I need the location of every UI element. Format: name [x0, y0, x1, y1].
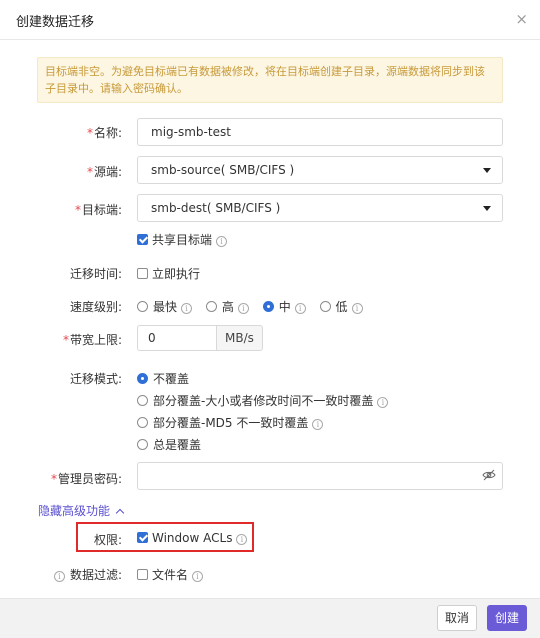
info-icon[interactable]: i [351, 303, 363, 314]
migrate-time-row: 立即执行 [137, 265, 200, 282]
radio[interactable] [137, 439, 148, 450]
data-filter-label: i 数据过滤: [53, 566, 122, 583]
radio[interactable] [137, 395, 148, 406]
mode-option-partial-md5[interactable]: 部分覆盖-MD5 不一致时覆盖 i [137, 414, 324, 431]
speed-option-high[interactable]: 高i [205, 298, 249, 315]
caret-down-icon [483, 168, 491, 173]
mode-option-partial-size-time[interactable]: 部分覆盖-大小或者修改时间不一致时覆盖 i [137, 392, 389, 409]
source-label: *源端: [86, 165, 122, 179]
radio[interactable] [137, 417, 148, 428]
speed-option-fastest[interactable]: 最快 i [137, 298, 193, 315]
bandwidth-label: *带宽上限: [62, 333, 122, 347]
filename-label: 文件名 [152, 568, 189, 582]
radio[interactable] [319, 301, 331, 312]
mode-label-wrap: 迁移模式: [0, 368, 122, 388]
data-filter-row: 文件名 i [137, 566, 204, 583]
hide-advanced-toggle[interactable]: 隐藏高级功能 [38, 502, 125, 519]
info-icon[interactable]: i [377, 397, 389, 408]
dest-select-value: smb-dest( SMB/CIFS ) [151, 201, 281, 215]
speed-option-low[interactable]: 低i [319, 298, 363, 315]
info-icon[interactable]: i [192, 571, 204, 582]
cancel-button[interactable]: 取消 [437, 605, 477, 631]
immediate-label: 立即执行 [152, 267, 201, 281]
radio-selected[interactable] [262, 301, 274, 312]
share-dest-checkbox[interactable] [137, 234, 148, 245]
radio[interactable] [137, 301, 148, 312]
info-icon[interactable]: i [53, 571, 65, 582]
hide-advanced-label: 隐藏高级功能 [38, 504, 111, 518]
bandwidth-unit: MB/s [216, 325, 263, 351]
password-label: *管理员密码: [50, 472, 122, 486]
admin-password-input[interactable] [137, 462, 503, 490]
name-input[interactable]: mig-smb-test [137, 118, 503, 146]
speed-option-medium[interactable]: 中i [262, 298, 306, 315]
radio-selected[interactable] [137, 373, 148, 384]
speed-label-wrap: 速度级别: [0, 296, 122, 316]
chevron-up-icon [115, 508, 125, 518]
mode-option-always[interactable]: 总是覆盖 [137, 436, 201, 453]
password-label-wrap: *管理员密码: [0, 468, 122, 488]
bandwidth-label-wrap: *带宽上限: [0, 329, 122, 349]
migrate-time-label-wrap: 迁移时间: [0, 263, 122, 283]
share-dest-label: 共享目标端 [152, 233, 213, 247]
warning-alert: 目标端非空。为避免目标端已有数据被修改，将在目标端创建子目录，源端数据将同步到该… [37, 57, 503, 103]
info-icon[interactable]: i [216, 236, 228, 247]
info-icon[interactable]: i [181, 303, 193, 314]
mode-option-no-overwrite[interactable]: 不覆盖 [137, 370, 189, 387]
info-icon[interactable]: i [312, 419, 324, 430]
data-filter-label-wrap: i 数据过滤: [0, 564, 122, 584]
bandwidth-input[interactable]: 0 [137, 325, 217, 351]
name-label: *名称: [86, 126, 122, 140]
info-icon[interactable]: i [237, 303, 249, 314]
immediate-checkbox[interactable] [137, 268, 148, 279]
dialog-footer: 取消 创建 [0, 598, 540, 638]
source-select-value: smb-source( SMB/CIFS ) [151, 163, 295, 177]
eye-off-icon[interactable] [482, 468, 496, 482]
dest-select[interactable]: smb-dest( SMB/CIFS ) [137, 194, 503, 222]
highlight-box [76, 522, 254, 552]
caret-down-icon [483, 206, 491, 211]
share-dest-row: 共享目标端 i [137, 231, 228, 248]
speed-label: 速度级别: [69, 300, 122, 314]
dialog-header: 创建数据迁移 × [0, 0, 540, 40]
source-label-wrap: *源端: [0, 161, 122, 181]
close-icon[interactable]: × [515, 10, 528, 28]
radio[interactable] [205, 301, 217, 312]
speed-options: 最快 i 高i 中i 低i [137, 298, 373, 315]
dialog-title: 创建数据迁移 [16, 15, 95, 30]
migrate-time-label: 迁移时间: [69, 267, 122, 281]
info-icon[interactable]: i [294, 303, 306, 314]
dest-label: *目标端: [74, 203, 122, 217]
mode-label: 迁移模式: [69, 372, 122, 386]
name-label-wrap: *名称: [0, 122, 122, 142]
source-select[interactable]: smb-source( SMB/CIFS ) [137, 156, 503, 184]
filename-checkbox[interactable] [137, 569, 148, 580]
create-button[interactable]: 创建 [487, 605, 527, 631]
dest-label-wrap: *目标端: [0, 199, 122, 219]
